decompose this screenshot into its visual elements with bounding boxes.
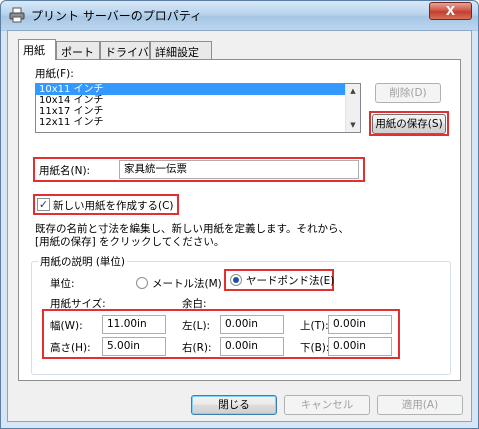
print-server-properties-window: プリント サーバーのプロパティ X 用紙 ポート ドライバ 詳細設定 用紙(F)… <box>0 0 479 429</box>
delete-button[interactable]: 削除(D) <box>375 83 441 103</box>
paper-listbox[interactable]: 10x11 インチ 10x14 インチ 11x17 インチ 12x11 インチ … <box>35 83 361 133</box>
instructions-line-1: 既存の名前と寸法を編集し、新しい用紙を定義します。それから、 <box>35 223 349 235</box>
form-description-group: 用紙の説明 (単位) 単位: メートル法(M) ヤードポンド法(E) 用紙サイズ… <box>31 254 451 375</box>
paper-name-field[interactable]: 家具統一伝票 <box>119 160 359 179</box>
list-item[interactable]: 12x11 インチ <box>36 117 360 128</box>
window-title: プリント サーバーのプロパティ <box>31 9 202 23</box>
tab-paper[interactable]: 用紙 <box>18 39 56 60</box>
list-item[interactable]: 10x14 インチ <box>36 95 360 106</box>
group-title: 用紙の説明 (単位) <box>38 254 128 269</box>
new-form-checkbox-label[interactable]: 新しい用紙を作成する(C) <box>53 198 174 213</box>
scroll-up-icon[interactable]: ▲ <box>346 84 360 98</box>
right-margin-field[interactable]: 0.00in <box>220 337 284 356</box>
metric-radio-label[interactable]: メートル法(M) <box>152 276 222 291</box>
close-button[interactable]: 閉じる <box>191 395 277 415</box>
bottom-margin-label: 下(B): <box>300 342 330 354</box>
metric-radio[interactable] <box>136 277 148 289</box>
height-label: 高さ(H): <box>50 342 91 354</box>
width-field[interactable]: 11.00in <box>102 315 166 334</box>
paper-list-scrollbar[interactable]: ▲ ▼ <box>345 84 360 132</box>
printer-icon <box>9 7 25 23</box>
left-margin-field[interactable]: 0.00in <box>220 315 284 334</box>
close-icon: X <box>445 4 456 18</box>
cancel-button[interactable]: キャンセル <box>284 395 370 415</box>
paper-list-label: 用紙(F): <box>35 68 74 80</box>
scroll-down-icon[interactable]: ▼ <box>346 118 360 132</box>
dialog-client-area: 用紙 ポート ドライバ 詳細設定 用紙(F): 10x11 インチ 10x14 … <box>7 30 472 422</box>
width-label: 幅(W): <box>50 320 83 332</box>
right-margin-label: 右(R): <box>182 342 212 354</box>
title-bar[interactable]: プリント サーバーのプロパティ X <box>1 1 478 30</box>
apply-button[interactable]: 適用(A) <box>377 395 463 415</box>
instructions-text: 既存の名前と寸法を編集し、新しい用紙を定義します。それから、 [用紙の保存] を… <box>35 223 435 249</box>
checkmark-icon: ✓ <box>38 198 49 211</box>
height-field[interactable]: 5.00in <box>102 337 166 356</box>
top-margin-label: 上(T): <box>300 320 329 332</box>
imperial-radio-label[interactable]: ヤードポンド法(E) <box>246 273 334 288</box>
paper-tab-panel: 用紙(F): 10x11 インチ 10x14 インチ 11x17 インチ 12x… <box>18 59 461 381</box>
top-margin-field[interactable]: 0.00in <box>328 315 392 334</box>
tab-drivers[interactable]: ドライバ <box>100 41 150 59</box>
tab-advanced[interactable]: 詳細設定 <box>150 41 212 59</box>
instructions-line-2: [用紙の保存] をクリックしてください。 <box>35 236 225 248</box>
imperial-radio[interactable] <box>230 274 242 286</box>
close-window-button[interactable]: X <box>429 2 472 20</box>
new-form-checkbox[interactable]: ✓ <box>37 198 50 211</box>
bottom-margin-field[interactable]: 0.00in <box>328 337 392 356</box>
units-label: 単位: <box>50 278 75 290</box>
list-item[interactable]: 10x11 インチ <box>36 84 360 95</box>
save-form-button[interactable]: 用紙の保存(S) <box>372 114 446 134</box>
tab-ports[interactable]: ポート <box>56 41 100 59</box>
paper-name-label: 用紙名(N): <box>39 165 91 177</box>
list-item[interactable]: 11x17 インチ <box>36 106 360 117</box>
left-margin-label: 左(L): <box>182 320 211 332</box>
